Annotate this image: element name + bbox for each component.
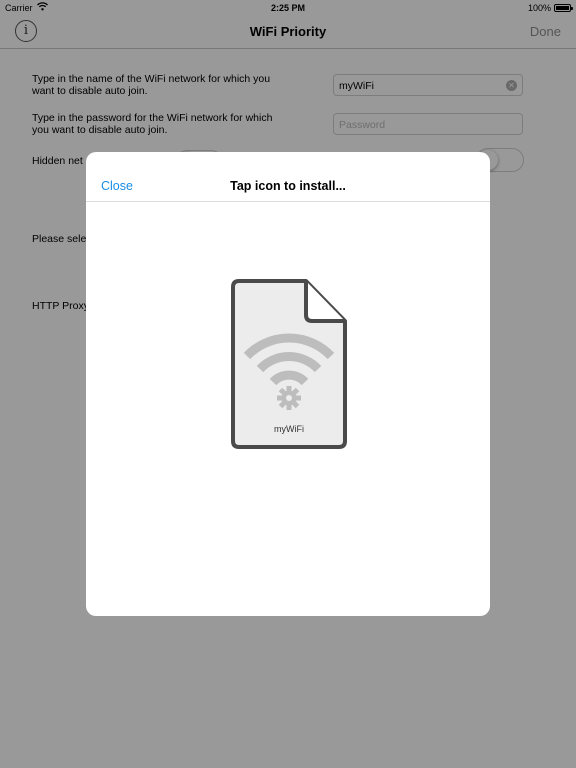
gear-icon bbox=[277, 386, 301, 410]
modal-title: Tap icon to install... bbox=[230, 179, 346, 193]
modal-header: Tap icon to install... Close bbox=[86, 152, 490, 202]
close-button[interactable]: Close bbox=[101, 179, 133, 193]
install-modal: Tap icon to install... Close myWiFi bbox=[86, 152, 490, 616]
profile-file-label: myWiFi bbox=[274, 424, 304, 434]
